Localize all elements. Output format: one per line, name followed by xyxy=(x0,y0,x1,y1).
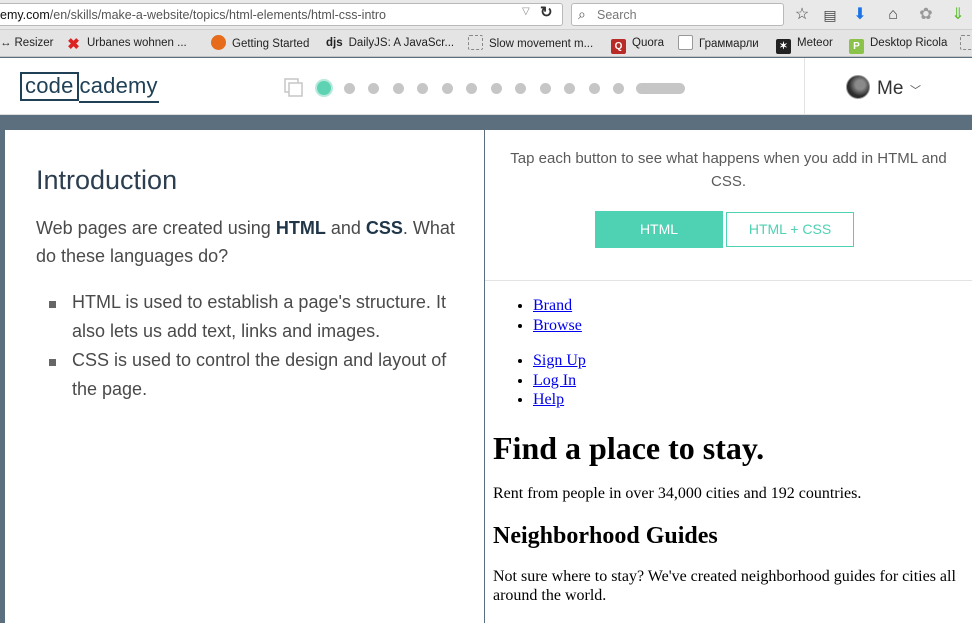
quora-icon: Q xyxy=(611,39,626,54)
firefox-icon xyxy=(211,35,226,50)
page-icon xyxy=(960,35,972,50)
djs-icon: djs xyxy=(326,37,343,49)
bookmark-item[interactable]: ✖ Urbanes wohnen ... xyxy=(66,35,187,53)
download-icon[interactable]: ⬇ xyxy=(850,5,870,25)
x-logo-icon: ✖ xyxy=(67,36,80,53)
url-path: /en/skills/make-a-website/topics/html-el… xyxy=(49,8,386,22)
demo-controls: Tap each button to see what happens when… xyxy=(485,130,972,281)
search-placeholder: Search xyxy=(597,8,637,22)
preview-subtext: Rent from people in over 34,000 cities a… xyxy=(493,484,862,502)
progress-dot[interactable] xyxy=(393,83,404,94)
demo-panel: Tap each button to see what happens when… xyxy=(485,130,972,623)
preview-nav-primary: Brand Browse xyxy=(493,296,972,335)
url-dropdown-icon[interactable]: ▽ xyxy=(522,6,530,17)
html-preview: Brand Browse Sign Up Log In Help Find a … xyxy=(493,296,972,605)
extension-icon[interactable]: ✿ xyxy=(916,5,936,25)
lesson-panel: Introduction Web pages are created using… xyxy=(5,130,484,623)
url-bar[interactable]: emy.com/en/skills/make-a-website/topics/… xyxy=(0,3,563,26)
list-item: Log In xyxy=(533,371,972,391)
bookmark-item[interactable]: ↔ Resizer xyxy=(0,35,53,53)
bullet-square-icon xyxy=(49,301,56,308)
preview-paragraph: Not sure where to stay? We've created ne… xyxy=(493,567,956,604)
brand-link[interactable]: Brand xyxy=(533,297,572,314)
copy-icon[interactable] xyxy=(284,78,304,98)
meteor-icon: ✶ xyxy=(776,39,791,54)
lesson-intro: Web pages are created using HTML and CSS… xyxy=(36,218,455,266)
demo-instruction: Tap each button to see what happens when… xyxy=(510,150,947,190)
list-item: Browse xyxy=(533,316,972,336)
search-input[interactable]: ⌕ Search xyxy=(571,3,784,26)
list-item: HTML is used to establish a page's struc… xyxy=(49,288,451,346)
progress-dot[interactable] xyxy=(589,83,600,94)
progress-dot[interactable] xyxy=(368,83,379,94)
progress-final-step[interactable] xyxy=(636,83,685,94)
bookmark-item[interactable]: Getting Started xyxy=(211,35,309,53)
sign-up-link[interactable]: Sign Up xyxy=(533,352,586,369)
progress-dot[interactable] xyxy=(564,83,575,94)
lesson-bullets: HTML is used to establish a page's struc… xyxy=(49,288,451,404)
browser-toolbar: emy.com/en/skills/make-a-website/topics/… xyxy=(0,0,972,30)
progress-dot[interactable] xyxy=(515,83,526,94)
bookmark-item[interactable]: Граммарли xyxy=(678,35,759,53)
bookmarks-bar: ↔ Resizer ✖ Urbanes wohnen ... Getting Sta… xyxy=(0,30,972,57)
preview-heading: Find a place to stay. xyxy=(493,429,765,466)
reading-list-icon[interactable]: ▤ xyxy=(820,5,840,25)
avatar xyxy=(846,75,870,99)
reload-icon[interactable]: ↻ xyxy=(540,3,553,21)
bookmark-item[interactable]: ✶ Meteor xyxy=(776,35,833,54)
lesson-title: Introduction xyxy=(36,165,178,195)
home-icon[interactable]: ⌂ xyxy=(883,5,903,25)
preview-nav-account: Sign Up Log In Help xyxy=(493,351,972,410)
progress-dot[interactable] xyxy=(344,83,355,94)
bookmark-item[interactable]: Slow movement m... xyxy=(468,35,593,53)
arrows-icon: ↔ xyxy=(0,37,12,49)
bullet-square-icon xyxy=(49,359,56,366)
log-in-link[interactable]: Log In xyxy=(533,372,576,389)
chevron-down-icon: ﹀ xyxy=(910,85,921,97)
list-item: CSS is used to control the design and la… xyxy=(49,346,451,404)
bookmark-item[interactable]: djs DailyJS: A JavaScr... xyxy=(326,35,454,53)
list-item: Brand xyxy=(533,296,972,316)
codecademy-logo[interactable]: code cademy xyxy=(20,72,159,103)
progress-dot-current[interactable] xyxy=(315,79,333,97)
html-button[interactable]: HTML xyxy=(595,211,723,248)
list-item: Sign Up xyxy=(533,351,972,371)
list-item: Help xyxy=(533,390,972,410)
progress-dot[interactable] xyxy=(491,83,502,94)
bookmark-item[interactable]: P Desktop Ricola xyxy=(849,35,947,54)
html-css-button[interactable]: HTML + CSS xyxy=(726,212,854,247)
preview-subheading: Neighborhood Guides xyxy=(493,522,718,549)
green-download-icon[interactable]: ⇓ xyxy=(948,5,968,25)
progress-dot[interactable] xyxy=(442,83,453,94)
bookmark-overflow[interactable] xyxy=(960,35,972,53)
progress-dot[interactable] xyxy=(613,83,624,94)
bookmark-item[interactable]: Q Quora xyxy=(611,35,664,54)
user-menu[interactable]: Me ﹀ xyxy=(804,58,972,115)
bookmark-star-icon[interactable]: ☆ xyxy=(792,5,812,25)
grammarly-icon xyxy=(678,35,693,50)
progress-dot[interactable] xyxy=(417,83,428,94)
ricola-icon: P xyxy=(849,39,864,54)
progress-dot[interactable] xyxy=(540,83,551,94)
browse-link[interactable]: Browse xyxy=(533,317,582,334)
progress-dot[interactable] xyxy=(466,83,477,94)
search-icon: ⌕ xyxy=(578,6,586,22)
user-menu-label: Me xyxy=(877,78,904,99)
page-icon xyxy=(468,35,483,50)
url-host: emy.com xyxy=(0,8,50,22)
help-link[interactable]: Help xyxy=(533,391,564,408)
